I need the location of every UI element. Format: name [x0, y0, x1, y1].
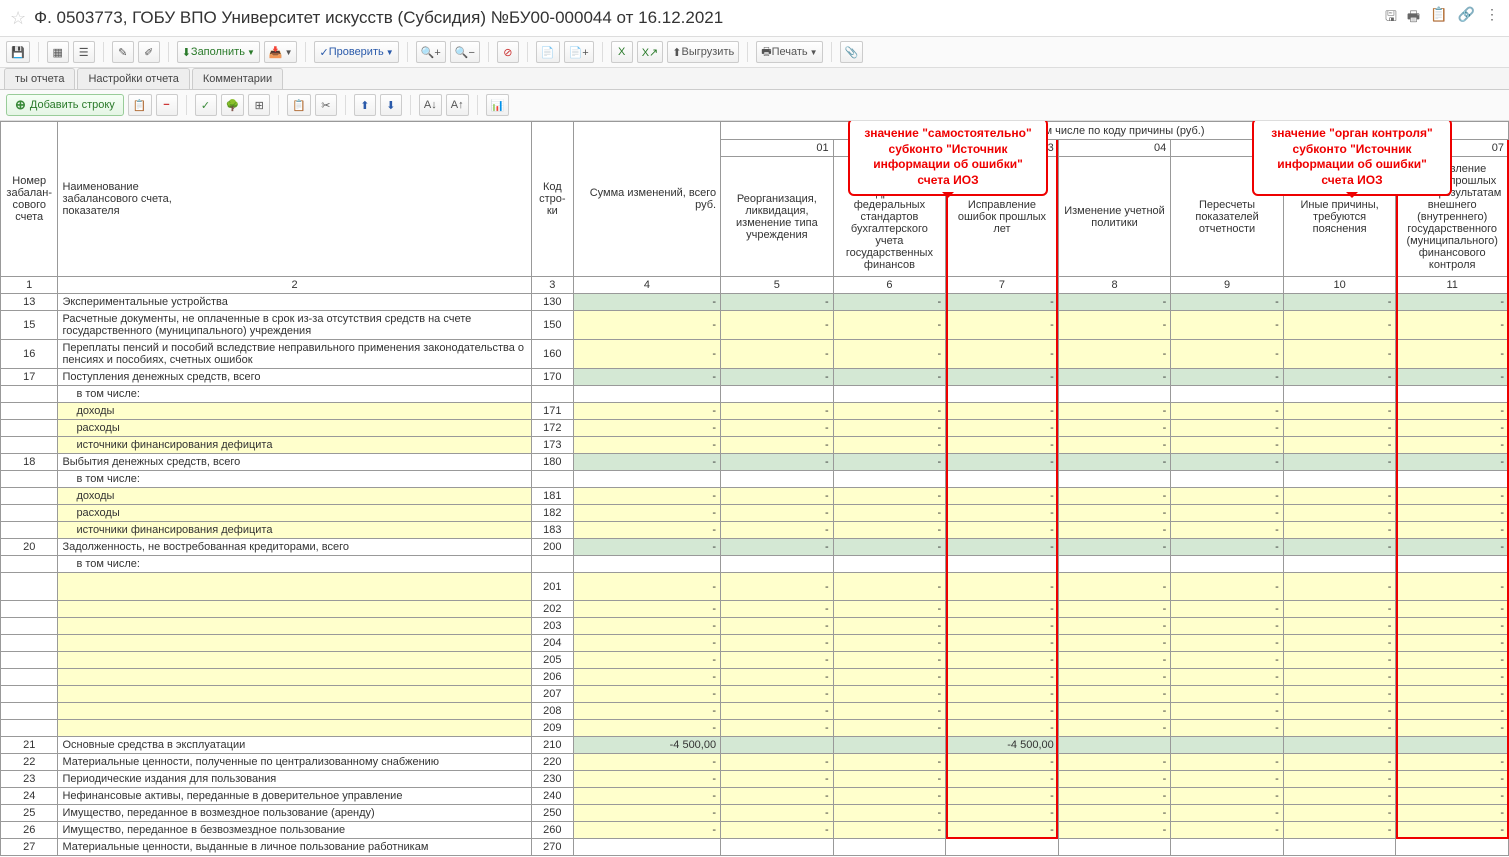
check-button[interactable]: ✓ Проверить▼	[314, 41, 398, 63]
tab-settings[interactable]: Настройки отчета	[77, 68, 189, 89]
copy-row-icon[interactable]: 📋	[128, 94, 152, 116]
copy-icon[interactable]: 📋	[287, 94, 311, 116]
table-row[interactable]: 23Периодические издания для пользования2…	[1, 771, 1509, 788]
table-row[interactable]: 26Имущество, переданное в безвозмездное …	[1, 822, 1509, 839]
table-row[interactable]: 21Основные средства в эксплуатации210-4 …	[1, 737, 1509, 754]
table-row[interactable]: 201--------	[1, 573, 1509, 601]
print-button[interactable]: 🖶 Печать▼	[756, 41, 822, 63]
table-row[interactable]: в том числе:	[1, 556, 1509, 573]
table-row[interactable]: 16Переплаты пенсий и пособий вследствие …	[1, 340, 1509, 369]
expand-icon[interactable]: ⊞	[248, 94, 270, 116]
delete-row-icon[interactable]: −	[156, 94, 178, 116]
table-row[interactable]: 202--------	[1, 601, 1509, 618]
cut-icon[interactable]: ✂	[315, 94, 337, 116]
table-row[interactable]: расходы172--------	[1, 420, 1509, 437]
table-row[interactable]: 13Экспериментальные устройства130-------…	[1, 294, 1509, 311]
callout-1: значение "самостоятельно" субконто "Исто…	[848, 121, 1048, 196]
header-d04: Изменение учетной политики	[1058, 157, 1171, 277]
fill-button[interactable]: ⬇ Заполнить▼	[177, 41, 260, 63]
table-row[interactable]: источники финансирования дефицита183----…	[1, 522, 1509, 539]
data-table: Номер забалан-сового счета Наименование …	[0, 121, 1509, 856]
save-button[interactable]: 💾	[6, 41, 30, 63]
print-header-icon[interactable]: 🖶	[1407, 6, 1420, 30]
sort-desc-icon[interactable]: A↑	[446, 94, 469, 116]
excel2-icon[interactable]: X↗	[637, 41, 664, 63]
table-row[interactable]: 204--------	[1, 635, 1509, 652]
up-icon[interactable]: ⬆	[354, 94, 376, 116]
table-row[interactable]: 209--------	[1, 720, 1509, 737]
table-icon[interactable]: ▦	[47, 41, 69, 63]
form1-icon[interactable]: 📄	[536, 41, 560, 63]
favorite-star-icon[interactable]: ☆	[10, 8, 26, 29]
tab-report[interactable]: ты отчета	[4, 68, 75, 89]
table-row[interactable]: в том числе:	[1, 471, 1509, 488]
header-num: Номер забалан-сового счета	[1, 122, 58, 277]
page-title: Ф. 0503773, ГОБУ ВПО Университет искусст…	[34, 8, 1385, 28]
tab-comments[interactable]: Комментарии	[192, 68, 283, 89]
zoom-out-icon[interactable]: 🔍−	[450, 41, 480, 63]
list-icon[interactable]: ☰	[73, 41, 95, 63]
table-row[interactable]: 17Поступления денежных средств, всего170…	[1, 369, 1509, 386]
save-header-icon[interactable]: 🖫	[1385, 6, 1397, 30]
table-row[interactable]: 20Задолженность, не востребованная креди…	[1, 539, 1509, 556]
table-row[interactable]: 18Выбытия денежных средств, всего180----…	[1, 454, 1509, 471]
header-c04: 04	[1058, 140, 1171, 157]
table-row[interactable]: 206--------	[1, 669, 1509, 686]
attach-icon[interactable]: 📎	[840, 41, 864, 63]
edit-icon[interactable]: ✎	[112, 41, 134, 63]
table-row[interactable]: доходы171--------	[1, 403, 1509, 420]
table-row[interactable]: 22Материальные ценности, полученные по ц…	[1, 754, 1509, 771]
table-row[interactable]: доходы181--------	[1, 488, 1509, 505]
table-row[interactable]: в том числе:	[1, 386, 1509, 403]
table-row[interactable]: 203--------	[1, 618, 1509, 635]
table-row[interactable]: 25Имущество, переданное в возмездное пол…	[1, 805, 1509, 822]
excel-icon[interactable]: X	[611, 41, 633, 63]
fill-extra-button[interactable]: 📥▼	[264, 41, 298, 63]
table-row[interactable]: 24Нефинансовые активы, переданные в дове…	[1, 788, 1509, 805]
table-row[interactable]: 205--------	[1, 652, 1509, 669]
header-name: Наименование забалансового счета, показа…	[58, 122, 531, 277]
zoom-in-icon[interactable]: 🔍+	[416, 41, 446, 63]
header-d01: Реорганизация, ликвидация, изменение тип…	[721, 157, 834, 277]
sub-toolbar: ⊕Добавить строку 📋 − ✓ 🌳 ⊞ 📋 ✂ ⬆ ⬇ A↓ A↑…	[0, 90, 1509, 121]
add-row-button[interactable]: ⊕Добавить строку	[6, 94, 124, 116]
sort-asc-icon[interactable]: A↓	[419, 94, 442, 116]
report-header-icon[interactable]: 📋	[1430, 6, 1447, 30]
main-toolbar: 💾 ▦ ☰ ✎ ✐ ⬇ Заполнить▼ 📥▼ ✓ Проверить▼ 🔍…	[0, 37, 1509, 68]
check-icon[interactable]: ✓	[195, 94, 217, 116]
table-row[interactable]: расходы182--------	[1, 505, 1509, 522]
tabs: ты отчета Настройки отчета Комментарии	[0, 68, 1509, 90]
header-sum: Сумма изменений, всего руб.	[573, 122, 720, 277]
eraser-icon[interactable]: ✐	[138, 41, 160, 63]
more-header-icon[interactable]: ⋮	[1485, 6, 1499, 30]
table-row[interactable]: источники финансирования дефицита173----…	[1, 437, 1509, 454]
table-row[interactable]: 15Расчетные документы, не оплаченные в с…	[1, 311, 1509, 340]
link-header-icon[interactable]: 🔗	[1458, 6, 1475, 30]
form2-icon[interactable]: 📄+	[564, 41, 594, 63]
chart-icon[interactable]: 📊	[486, 94, 510, 116]
down-icon[interactable]: ⬇	[380, 94, 402, 116]
tree-icon[interactable]: 🌳	[221, 94, 245, 116]
cancel-icon[interactable]: ⊘	[497, 41, 519, 63]
callout-2: значение "орган контроля" субконто "Исто…	[1252, 121, 1452, 196]
header-c01: 01	[721, 140, 834, 157]
table-row[interactable]: 27Материальные ценности, выданные в личн…	[1, 839, 1509, 856]
table-row[interactable]: 207--------	[1, 686, 1509, 703]
export-button[interactable]: ⬆ Выгрузить	[667, 41, 739, 63]
header-code: Код стро-ки	[531, 122, 573, 277]
table-row[interactable]: 208--------	[1, 703, 1509, 720]
